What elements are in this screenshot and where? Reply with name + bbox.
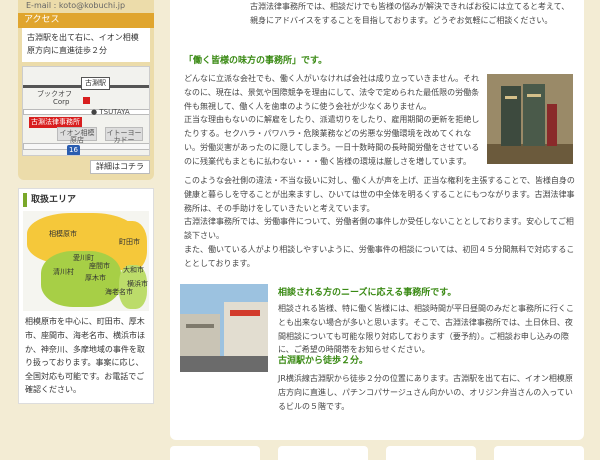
map-label-tsutaya: ● TSUTAYA <box>91 107 130 116</box>
town-yamato: 大和市 <box>123 266 144 275</box>
section-needs-p1: 相談される皆様、特に働く皆様には、相談時間が平日昼間のみだと事務所に行くことも出… <box>278 304 574 355</box>
access-map[interactable]: 古淵駅 ブックオフ Corp ● TSUTAYA 古淵法律事務所 イオン相模原店… <box>22 65 150 156</box>
main-content: 古淵法律事務所では、相談だけでも皆様の悩みが解決できればお役には立てると考えて、… <box>170 0 584 440</box>
service-area-header: 取扱エリア <box>23 193 149 208</box>
section-workers-p3: このような会社側の違法・不当な扱いに対し、働く人が声を上げ、正当な権利を主張する… <box>184 176 575 213</box>
main-road <box>23 108 149 115</box>
section-workers-text: どんなに立派な会社でも、働く人がいなければ会社は成り立っていきません。それなのに… <box>184 72 482 168</box>
access-header: アクセス <box>18 13 154 28</box>
section-workers-p1: どんなに立派な会社でも、働く人がいなければ会社は成り立っていきません。それなのに… <box>184 74 480 111</box>
bottom-card-2[interactable] <box>278 446 368 460</box>
email-line: E-mail : koto@kobuchi.jp <box>26 1 126 10</box>
intro-paragraph: 古淵法律事務所では、相談だけでも皆様の悩みが解決できればお役には立てると考えて、… <box>250 2 570 25</box>
town-atsugi: 厚木市 <box>85 274 106 283</box>
section-workers-p2: 正当な理由もないのに解雇をしたり、派遣切りをしたり、雇用期間の更新を拒絶したりす… <box>184 115 480 166</box>
town-sagamihara: 相模原市 <box>49 230 77 239</box>
service-area-box: 取扱エリア 相模原市 町田市 愛川町 清川村 厚木市 大和市 海老名市 横浜市 … <box>18 188 154 404</box>
route-16-icon: 16 <box>67 144 80 155</box>
section-station-p1: JR横浜線古淵駅から徒歩２分の位置にあります。古淵駅を出て右に、イオン相模原店方… <box>278 374 573 411</box>
town-zama: 座間市 <box>89 262 110 271</box>
town-machida: 町田市 <box>119 238 140 247</box>
station-label: 古淵駅 <box>81 76 110 90</box>
access-box: E-mail : koto@kobuchi.jp アクセス 古淵駅を出て右に、イ… <box>18 0 154 181</box>
service-area-text: 相模原市を中心に、町田市、厚木市、座間市、海老名市、横浜市ほか、神奈川、多摩地域… <box>25 317 145 395</box>
section-heading-needs: 相談される方のニーズに応える事務所です。 <box>278 288 457 298</box>
map-block-itoyokado: イトーヨーカドー <box>105 126 143 145</box>
section-workers-text-wide: このような会社側の違法・不当な扱いに対し、働く人が声を上げ、正当な権利を主張する… <box>184 174 576 270</box>
bottom-card-1[interactable] <box>170 446 260 460</box>
town-kiyokawa: 清川村 <box>53 268 74 277</box>
sidebar: E-mail : koto@kobuchi.jp アクセス 古淵駅を出て右に、イ… <box>18 0 154 404</box>
section-workers-p5: また、働いている人がより相談しやすいように、労働事件の相談については、初回４５分… <box>184 244 575 268</box>
map-label-corp: Corp <box>53 97 70 106</box>
bottom-card-3[interactable] <box>386 446 476 460</box>
section-heading-workers: 「働く皆様の味方の事務所」です。 <box>184 56 328 66</box>
section-heading-station: 古淵駅から徒歩２分。 <box>278 356 369 366</box>
office-marker-icon <box>83 96 90 104</box>
map-block-aeon: イオン相模原店 <box>57 126 97 144</box>
access-directions: 古淵駅を出て右に、イオン相模原方向に直進徒歩２分 <box>22 28 150 62</box>
bottom-cards <box>170 446 584 460</box>
law-books-photo <box>487 74 573 164</box>
section-workers-p4: 古淵法律事務所では、労働事件について、労働者側の事件しか受任しないこととしており… <box>184 217 574 240</box>
law-books-image <box>487 74 573 164</box>
street-building-image <box>180 284 268 372</box>
street-photo <box>180 284 268 372</box>
map-detail-button[interactable]: 詳細はコチラ <box>90 159 150 175</box>
bottom-card-4[interactable] <box>494 446 584 460</box>
town-yokohama: 横浜市 <box>127 280 148 289</box>
service-area-map: 相模原市 町田市 愛川町 清川村 厚木市 大和市 海老名市 横浜市 座間市 <box>23 211 149 312</box>
